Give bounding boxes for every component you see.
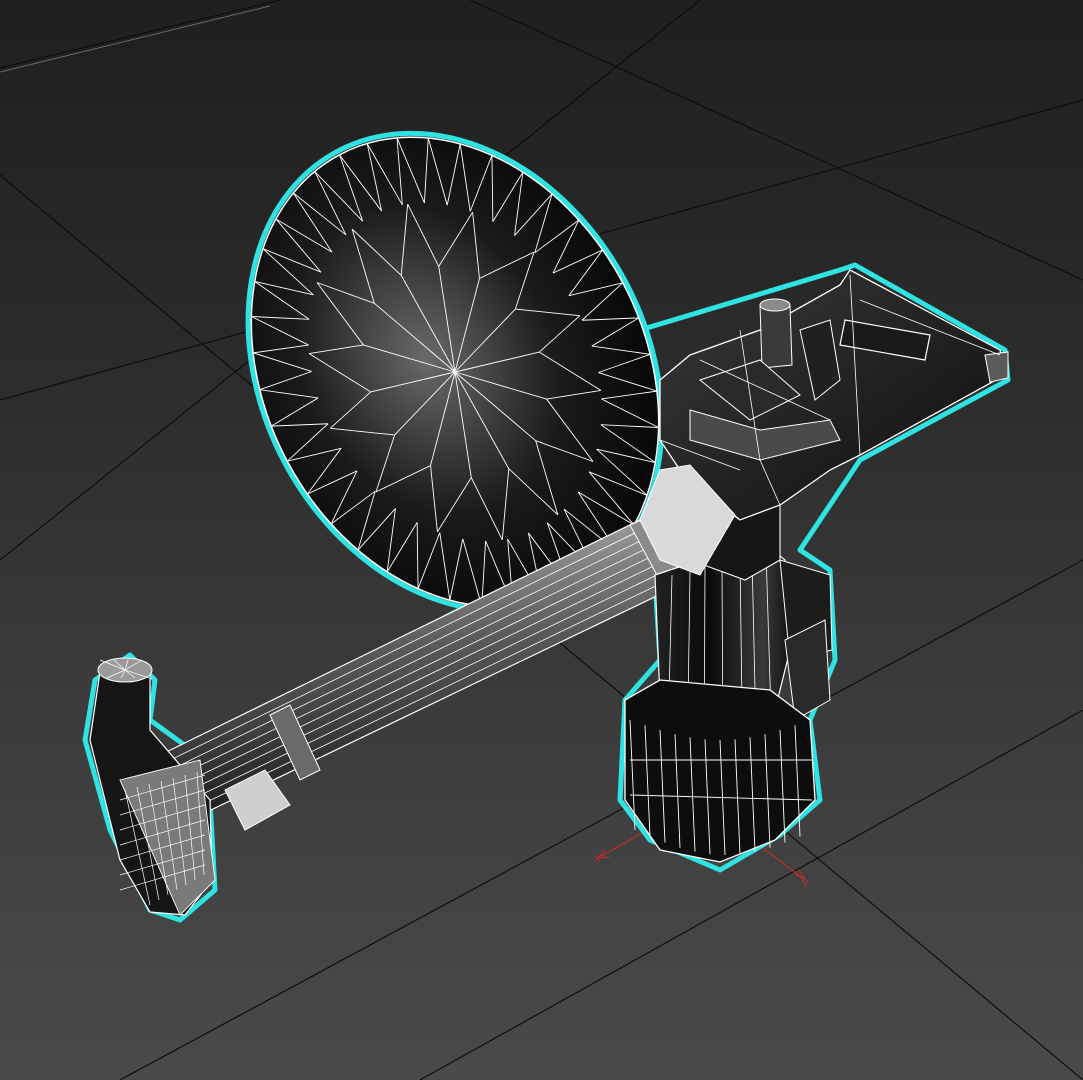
mount-base[interactable] <box>624 679 816 863</box>
gizmo-x-label: x <box>594 852 601 865</box>
viewport-canvas[interactable]: x y <box>0 0 1083 1080</box>
grid-highlight-line <box>0 5 271 73</box>
mount-head[interactable] <box>639 269 1009 581</box>
gizmo-y-label: y <box>802 876 809 889</box>
3d-viewport[interactable]: x y <box>0 0 1083 1080</box>
arm-end-cap[interactable] <box>89 657 291 916</box>
wire-edge <box>179 564 678 806</box>
